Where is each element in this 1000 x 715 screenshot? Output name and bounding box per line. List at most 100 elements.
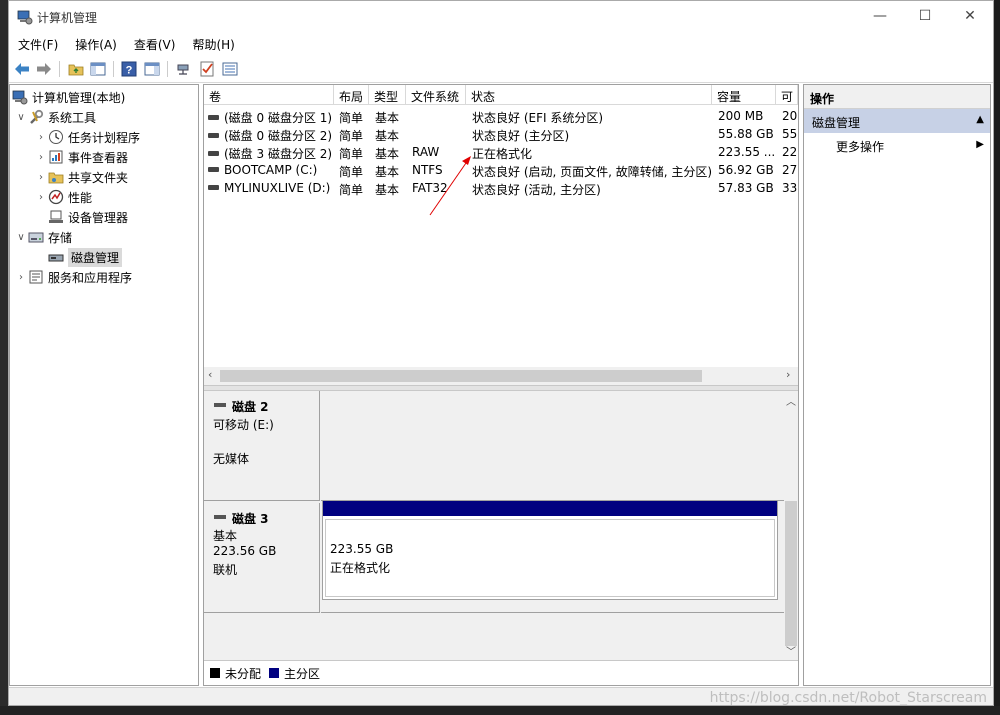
chevron-right-icon[interactable]: › — [34, 192, 48, 203]
disk-state: 联机 — [213, 563, 238, 577]
more-actions-item[interactable]: 更多操作 ▶ — [804, 133, 990, 157]
column-header-free-space[interactable]: 可 — [776, 85, 798, 105]
cell-volume: (磁盘 0 磁盘分区 1) — [208, 107, 334, 125]
actions-section-disk-management[interactable]: 磁盘管理 ▲ — [804, 109, 990, 133]
tree-item-performance[interactable]: › 性能 — [34, 187, 92, 207]
maximize-button[interactable]: ☐ — [902, 1, 948, 31]
minimize-button[interactable]: — — [857, 1, 903, 31]
column-header-filesystem[interactable]: 文件系统 — [406, 85, 466, 105]
computer-management-window: 计算机管理 — ☐ ✕ 文件(F) 操作(A) 查看(V) 帮助(H) ? 计算… — [8, 0, 994, 706]
scroll-left-icon[interactable]: ‹ — [208, 368, 212, 381]
title-bar: 计算机管理 — ☐ ✕ — [9, 1, 993, 33]
cell-layout: 简单 — [339, 183, 364, 197]
vertical-scrollbar[interactable]: ︿ ﹀ — [784, 391, 798, 660]
chevron-down-icon[interactable]: ∨ — [14, 232, 28, 243]
cell-volume: MYLINUXLIVE (D:) — [208, 179, 334, 197]
column-header-volume[interactable]: 卷 — [204, 85, 334, 105]
primary-partition-bar — [323, 501, 777, 516]
tree-label: 服务和应用程序 — [48, 270, 133, 285]
chevron-down-icon[interactable]: ∨ — [14, 112, 28, 123]
clock-icon — [48, 129, 64, 145]
menu-file[interactable]: 文件(F) — [9, 33, 66, 55]
column-header-capacity[interactable]: 容量 — [712, 85, 776, 105]
cell-status: 状态良好 (EFI 系统分区) — [472, 111, 604, 125]
disk-3-partition[interactable]: 223.55 GB 正在格式化 — [322, 500, 778, 600]
checklist-icon[interactable] — [198, 60, 216, 78]
view-list-icon[interactable] — [221, 60, 239, 78]
toolbar-separator — [167, 61, 168, 77]
tree-item-shared-folders[interactable]: › 共享文件夹 — [34, 167, 128, 187]
table-row[interactable]: MYLINUXLIVE (D:) 简单 基本 FAT32 状态良好 (活动, 主… — [204, 179, 798, 197]
cell-free-space: 55 — [782, 127, 798, 141]
tree-item-system-tools[interactable]: ∨ 系统工具 — [14, 107, 96, 127]
tree-item-event-viewer[interactable]: › 事件查看器 — [34, 147, 128, 167]
tree-label: 磁盘管理 — [68, 247, 123, 267]
menu-help[interactable]: 帮助(H) — [183, 33, 242, 55]
drive-icon — [208, 185, 219, 190]
drive-icon — [208, 133, 219, 138]
back-arrow-icon[interactable] — [13, 60, 31, 78]
tree-item-device-manager[interactable]: 设备管理器 — [48, 207, 128, 227]
menu-action[interactable]: 操作(A) — [66, 33, 125, 55]
up-folder-icon[interactable] — [67, 60, 85, 78]
cell-capacity: 56.92 GB — [718, 163, 774, 177]
tree-item-disk-management[interactable]: 磁盘管理 — [48, 247, 123, 267]
scrollbar-thumb[interactable] — [785, 501, 797, 646]
disk-2-empty-area — [321, 391, 784, 501]
table-row[interactable]: BOOTCAMP (C:) 简单 基本 NTFS 状态良好 (启动, 页面文件,… — [204, 161, 798, 179]
chevron-right-icon[interactable]: › — [34, 132, 48, 143]
cell-filesystem — [412, 125, 466, 143]
column-header-type[interactable]: 类型 — [369, 85, 406, 105]
cell-status: 状态良好 (主分区) — [472, 129, 570, 143]
help-icon[interactable]: ? — [120, 60, 138, 78]
cell-free-space: 22 — [782, 145, 798, 159]
scroll-right-icon[interactable]: › — [786, 368, 790, 381]
collapse-up-icon[interactable]: ▲ — [976, 114, 984, 125]
cell-free-space: 33 — [782, 181, 798, 195]
cell-capacity: 55.88 GB — [718, 127, 774, 141]
table-row[interactable]: (磁盘 3 磁盘分区 2) 简单 基本 RAW 正在格式化 223.55 ...… — [204, 143, 798, 161]
navigation-tree: 计算机管理(本地) ∨ 系统工具 › 任务计划程序 › 事件查看器 › 共享文件… — [9, 84, 199, 686]
partition-detail[interactable]: 223.55 GB 正在格式化 — [325, 519, 775, 597]
connect-disk-icon[interactable] — [174, 60, 192, 78]
tree-label: 计算机管理(本地) — [32, 90, 126, 105]
cell-filesystem: NTFS — [412, 163, 443, 177]
window-title: 计算机管理 — [37, 11, 98, 25]
toolbar: ? — [9, 55, 993, 83]
disk-size: 223.56 GB — [213, 544, 277, 558]
scroll-down-icon[interactable]: ﹀ — [786, 643, 796, 658]
disk-2-info[interactable]: 磁盘 2 可移动 (E:) 无媒体 — [204, 391, 320, 501]
cell-volume: (磁盘 0 磁盘分区 2) — [208, 125, 334, 143]
scrollbar-thumb[interactable] — [220, 370, 702, 382]
disk-type: 基本 — [213, 529, 238, 543]
column-header-status[interactable]: 状态 — [466, 85, 712, 105]
menu-view[interactable]: 查看(V) — [125, 33, 184, 55]
disk-2-block[interactable]: 磁盘 2 可移动 (E:) 无媒体 — [204, 391, 784, 501]
close-button[interactable]: ✕ — [947, 1, 993, 31]
scroll-up-icon[interactable]: ︿ — [786, 393, 796, 408]
drive-icon — [208, 167, 219, 172]
chevron-right-icon[interactable]: › — [34, 172, 48, 183]
disk-management-icon — [48, 249, 64, 265]
tree-item-computer-management[interactable]: 计算机管理(本地) — [12, 87, 125, 107]
column-header-layout[interactable]: 布局 — [334, 85, 369, 105]
computer-management-icon — [12, 89, 28, 105]
tree-item-task-scheduler[interactable]: › 任务计划程序 — [34, 127, 140, 147]
tree-item-storage[interactable]: ∨ 存储 — [14, 227, 72, 247]
disk-3-info[interactable]: 磁盘 3 基本 223.56 GB 联机 — [204, 503, 320, 613]
show-hide-tree-icon[interactable] — [89, 60, 107, 78]
computer-management-icon — [17, 9, 33, 25]
tree-label: 事件查看器 — [68, 150, 129, 165]
properties-pane-icon[interactable] — [143, 60, 161, 78]
disk-3-block[interactable]: 磁盘 3 基本 223.56 GB 联机 223.55 GB 正在格式化 — [204, 500, 784, 613]
legend-swatch — [210, 668, 220, 678]
table-row[interactable]: (磁盘 0 磁盘分区 1) 简单 基本 状态良好 (EFI 系统分区) 200 … — [204, 107, 798, 125]
horizontal-scrollbar[interactable]: ‹ › — [204, 367, 798, 385]
table-row[interactable]: (磁盘 0 磁盘分区 2) 简单 基本 状态良好 (主分区) 55.88 GB … — [204, 125, 798, 143]
tree-item-services-apps[interactable]: › 服务和应用程序 — [14, 267, 132, 287]
cell-status: 状态良好 (启动, 页面文件, 故障转储, 主分区) — [472, 165, 712, 179]
chevron-right-icon[interactable]: › — [34, 152, 48, 163]
device-manager-icon — [48, 209, 64, 225]
forward-arrow-icon[interactable] — [35, 60, 53, 78]
chevron-right-icon[interactable]: › — [14, 272, 28, 283]
